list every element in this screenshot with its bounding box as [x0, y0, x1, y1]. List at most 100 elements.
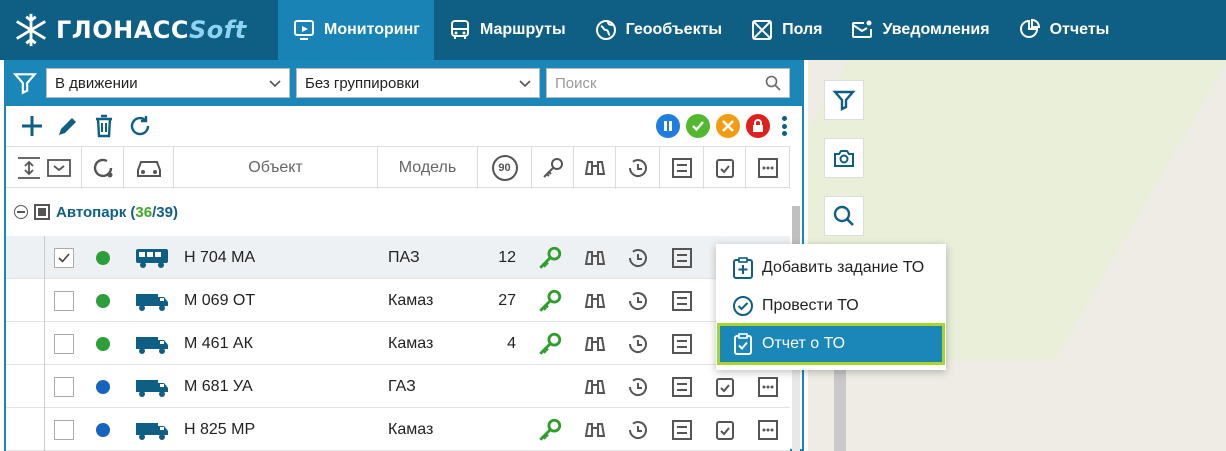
group-checkbox[interactable] [34, 204, 50, 220]
delete-button[interactable] [86, 108, 122, 144]
lock-status-icon[interactable] [746, 114, 770, 138]
row-checkbox[interactable] [54, 247, 74, 268]
connection-status-dot [96, 293, 110, 308]
clipboard-plus-icon [733, 257, 753, 279]
tab-reports[interactable]: Отчеты [1004, 0, 1124, 60]
menu-item-add-maintenance-task[interactable]: Добавить задание ТО [720, 250, 942, 286]
history-icon[interactable] [626, 236, 652, 279]
row-checkbox-cell[interactable] [54, 279, 84, 322]
object-name[interactable]: М 461 АК [184, 322, 374, 365]
row-checkbox-cell[interactable] [54, 322, 84, 365]
tab-fields[interactable]: Поля [736, 0, 836, 60]
table-row[interactable]: Н 704 МА ПАЗ 12 [6, 236, 790, 279]
status-filters [656, 114, 792, 138]
collapse-icon[interactable] [14, 205, 28, 219]
truck-icon [134, 279, 174, 322]
table-row[interactable]: М 069 ОТ Камаз 27 [6, 279, 790, 322]
tools-status-icon[interactable] [716, 114, 740, 138]
group-name: Автопарк [56, 203, 127, 221]
more-vertical-icon[interactable] [776, 114, 792, 138]
ignition-key-icon [537, 236, 567, 279]
top-navigation: ГЛОНАССSoft Мониторинг Маршруты Геообъек… [0, 0, 1226, 60]
history-icon[interactable] [626, 408, 652, 451]
key-header-icon [532, 147, 574, 189]
refresh-button[interactable] [122, 108, 158, 144]
object-name[interactable]: Н 825 МР [184, 408, 374, 451]
object-model: Камаз [388, 420, 434, 438]
details-icon[interactable] [671, 322, 697, 365]
edit-button[interactable] [50, 108, 86, 144]
menu-item-maintenance-report[interactable]: Отчет о ТО [717, 323, 945, 365]
row-checkbox[interactable] [54, 376, 74, 397]
row-checkbox[interactable] [54, 419, 74, 440]
row-checkbox-cell[interactable] [54, 365, 84, 408]
details-icon[interactable] [671, 236, 697, 279]
truck-icon [134, 408, 174, 451]
filter-icon[interactable] [10, 68, 40, 98]
tab-label: Маршруты [479, 21, 566, 38]
add-button[interactable] [14, 108, 50, 144]
menu-item-perform-maintenance[interactable]: Провести ТО [720, 288, 942, 324]
map-search-button[interactable] [824, 196, 864, 236]
scrollbar-thumb[interactable] [792, 206, 800, 246]
history-icon[interactable] [626, 365, 652, 408]
maintenance-icon[interactable] [714, 408, 740, 451]
objects-panel: В движении Без группировки Поиск Объект … [4, 60, 804, 451]
tree-connector [6, 408, 45, 451]
group-row[interactable]: Автопарк (36/39) [6, 190, 790, 234]
column-object[interactable]: Объект [174, 147, 378, 189]
chevron-down-icon [269, 80, 281, 88]
row-checkbox-cell[interactable] [54, 236, 84, 279]
map-screenshot-button[interactable] [824, 138, 864, 178]
search-input[interactable]: Поиск [546, 68, 790, 98]
table-row[interactable]: М 461 АК Камаз 4 [6, 322, 790, 365]
tab-notifications[interactable]: Уведомления [836, 0, 1003, 60]
brand-soft: Soft [189, 16, 247, 44]
map-filter-button[interactable] [824, 80, 864, 120]
pause-status-icon[interactable] [656, 114, 680, 138]
object-name[interactable]: Н 704 МА [184, 236, 374, 279]
group-active-count: 36 [135, 203, 153, 221]
table-row[interactable]: М 681 УА ГАЗ [6, 365, 790, 408]
search-placeholder: Поиск [555, 74, 597, 92]
details-icon[interactable] [671, 408, 697, 451]
object-name[interactable]: М 069 ОТ [184, 279, 374, 322]
maintenance-icon[interactable] [714, 365, 740, 408]
connection-status-dot [96, 379, 110, 394]
object-name[interactable]: М 681 УА [184, 365, 374, 408]
connection-status-cell [96, 322, 120, 365]
more-actions-icon[interactable] [757, 365, 783, 408]
binoculars-icon[interactable] [583, 236, 609, 279]
binoculars-icon[interactable] [583, 408, 609, 451]
mail-icon [852, 20, 873, 38]
speed-header[interactable]: 90 [478, 147, 532, 189]
object-model: ГАЗ [388, 377, 416, 395]
binoculars-icon[interactable] [583, 279, 609, 322]
table-row[interactable]: Н 825 МР Камаз [6, 408, 790, 451]
row-checkbox[interactable] [54, 290, 74, 311]
status-filter-select[interactable]: В движении [46, 68, 290, 98]
menu-item-label: Отчет о ТО [762, 335, 846, 352]
details-icon[interactable] [671, 365, 697, 408]
grouping-select[interactable]: Без группировки [296, 68, 540, 98]
expand-collapse-icon[interactable] [6, 147, 82, 189]
details-icon[interactable] [671, 279, 697, 322]
history-icon[interactable] [626, 322, 652, 365]
row-checkbox[interactable] [54, 333, 74, 354]
globe-icon [595, 20, 616, 40]
row-checkbox-cell[interactable] [54, 408, 84, 451]
binoculars-icon[interactable] [583, 322, 609, 365]
tab-routes[interactable]: Маршруты [434, 0, 580, 60]
more-actions-icon[interactable] [757, 408, 783, 451]
tab-label: Поля [782, 21, 823, 38]
binoculars-icon[interactable] [583, 365, 609, 408]
history-icon[interactable] [626, 279, 652, 322]
logo[interactable]: ГЛОНАССSoft [0, 0, 278, 60]
check-status-icon[interactable] [686, 114, 710, 138]
object-model: ПАЗ [388, 248, 420, 266]
column-model[interactable]: Модель [378, 147, 478, 189]
car-header-icon [124, 147, 174, 189]
connection-status-cell [96, 236, 120, 279]
tab-monitoring[interactable]: Мониторинг [278, 0, 434, 60]
tab-geoobjects[interactable]: Геообъекты [580, 0, 736, 60]
